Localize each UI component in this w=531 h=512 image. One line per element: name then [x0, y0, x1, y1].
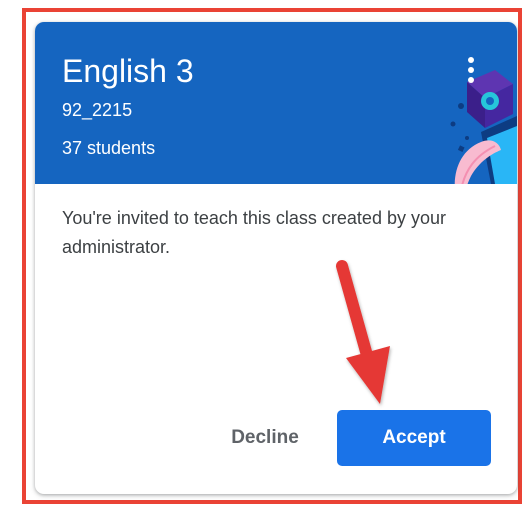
class-section: 92_2215 [62, 100, 133, 120]
invite-message: You're invited to teach this class creat… [62, 208, 446, 257]
more-vert-icon [468, 57, 474, 63]
class-invite-card: English 3 92_2215 37 students You're inv… [35, 22, 517, 494]
accept-button[interactable]: Accept [337, 410, 491, 466]
class-title[interactable]: English 3 [62, 52, 194, 90]
more-vert-icon-dot [468, 77, 474, 83]
decline-button[interactable]: Decline [205, 410, 325, 466]
student-count: 37 students [62, 138, 156, 158]
card-header: English 3 92_2215 37 students [35, 22, 517, 184]
more-options-button[interactable] [457, 50, 485, 90]
more-vert-icon-dot [468, 67, 474, 73]
class-theme-illustration [450, 70, 517, 184]
